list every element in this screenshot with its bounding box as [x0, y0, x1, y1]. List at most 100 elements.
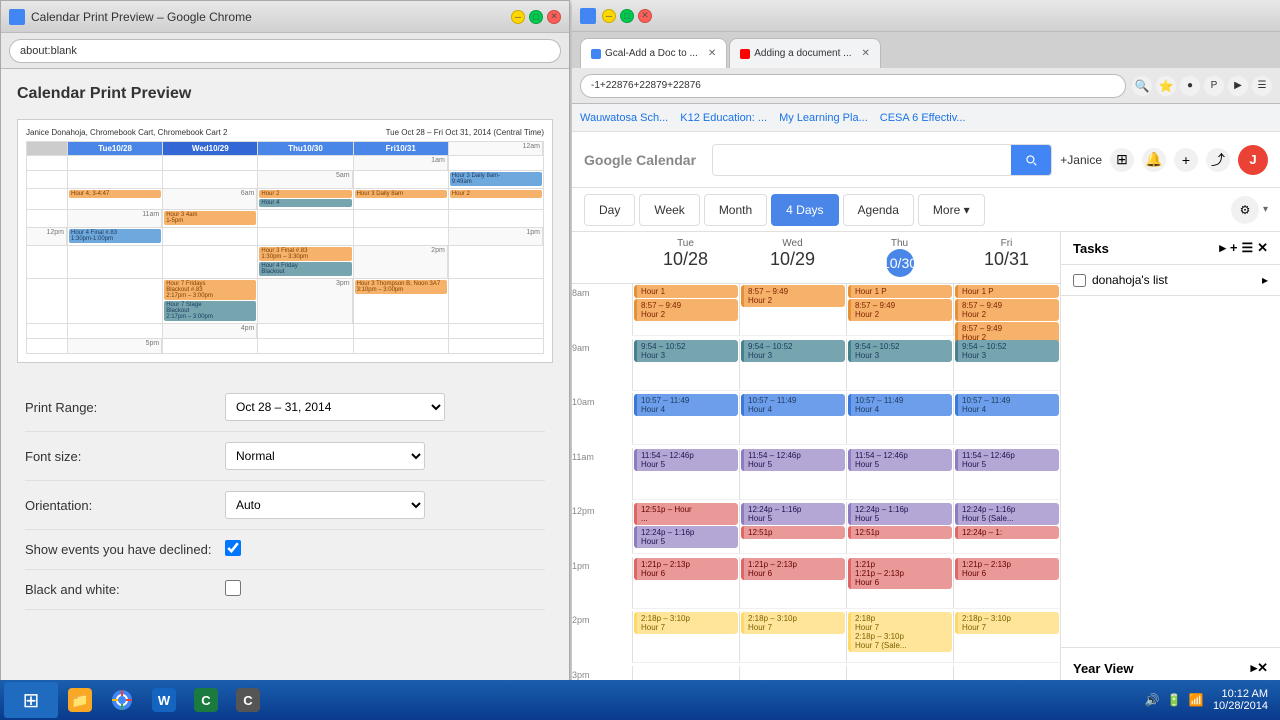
cell-thu-11am[interactable]: 11:54 – 12:46pHour 5: [846, 448, 953, 500]
tasks-list-arrow[interactable]: ▸: [1262, 273, 1268, 287]
taskbar-explorer[interactable]: 📁: [60, 682, 100, 718]
gcal-notifications-icon[interactable]: 🔔: [1142, 148, 1166, 172]
gcal-maximize-btn[interactable]: □: [620, 9, 634, 23]
taskbar-camtasia2[interactable]: C: [228, 682, 268, 718]
event-tue-hour5b[interactable]: 12:24p – 1:16pHour 5: [634, 526, 738, 548]
tasks-expand-icon[interactable]: ▸: [1219, 240, 1226, 256]
orientation-control[interactable]: Auto Portrait Landscape: [225, 491, 545, 519]
cell-wed-12pm[interactable]: 12:24p – 1:16pHour 5 12:51p: [739, 502, 846, 554]
event-fri-hour7[interactable]: 2:18p – 3:10pHour 7: [955, 612, 1059, 634]
cell-wed-8am[interactable]: 8:57 – 9:49Hour 2: [739, 284, 846, 336]
cell-tue-8am[interactable]: Hour 1 8:57 – 9:49Hour 2: [632, 284, 739, 336]
gcal-window-controls[interactable]: ─ □ ✕: [602, 9, 652, 23]
cell-tue-10am[interactable]: 10:57 – 11:49Hour 4: [632, 393, 739, 445]
gcal-ext3-icon[interactable]: ▶: [1228, 76, 1248, 96]
nav-month-button[interactable]: Month: [704, 194, 767, 226]
event-thu-hour5b[interactable]: 12:24p – 1:16pHour 5: [848, 503, 952, 525]
gcal-search-box[interactable]: [712, 144, 1052, 176]
bookmark-wauwatosa[interactable]: Wauwatosa Sch...: [580, 112, 668, 124]
event-wed-hour4[interactable]: 10:57 – 11:49Hour 4: [741, 394, 845, 416]
taskbar-word[interactable]: W: [144, 682, 184, 718]
event-wed-hour6a[interactable]: 12:51p: [741, 526, 845, 539]
tasks-close-icon[interactable]: ✕: [1257, 240, 1268, 256]
event-thu-hour5[interactable]: 11:54 – 12:46pHour 5: [848, 449, 952, 471]
cell-tue-11am[interactable]: 11:54 – 12:46pHour 5: [632, 448, 739, 500]
minimize-button[interactable]: ─: [511, 10, 525, 24]
event-thu-hour2[interactable]: 8:57 – 9:49Hour 2: [848, 299, 952, 321]
gcal-minimize-btn[interactable]: ─: [602, 9, 616, 23]
tasks-list-checkbox[interactable]: [1073, 274, 1086, 287]
font-size-select[interactable]: Normal Small Large: [225, 442, 425, 470]
nav-4days-button[interactable]: 4 Days: [771, 194, 838, 226]
event-tue-hour7[interactable]: 2:18p – 3:10pHour 7: [634, 612, 738, 634]
event-tue-hour6[interactable]: 12:51p – Hour...: [634, 503, 738, 525]
gcal-user-avatar[interactable]: J: [1238, 145, 1268, 175]
event-thu-hour7[interactable]: 2:18pHour 72:18p – 3:10pHour 7 (Sale...: [848, 612, 952, 652]
tab-gcal-add[interactable]: Gcal-Add a Doc to ... ✕: [580, 38, 727, 68]
font-size-control[interactable]: Normal Small Large: [225, 442, 545, 470]
event-wed-hour3[interactable]: 9:54 – 10:52Hour 3: [741, 340, 845, 362]
cell-wed-10am[interactable]: 10:57 – 11:49Hour 4: [739, 393, 846, 445]
nav-day-button[interactable]: Day: [584, 194, 635, 226]
start-button[interactable]: ⊞: [4, 682, 58, 718]
gcal-ext4-icon[interactable]: ☰: [1252, 76, 1272, 96]
cell-fri-2pm[interactable]: 2:18p – 3:10pHour 7: [953, 611, 1060, 663]
gcal-share-icon[interactable]: ⤴: [1206, 148, 1230, 172]
print-range-select[interactable]: Oct 28 – 31, 2014: [225, 393, 445, 421]
gcal-search-button[interactable]: [1011, 144, 1051, 176]
event-fri-hour2a[interactable]: 8:57 – 9:49Hour 2: [955, 299, 1059, 321]
event-fri-hour6b[interactable]: 1:21p – 2:13pHour 6: [955, 558, 1059, 580]
print-main-scroll[interactable]: Calendar Print Preview Janice Donahoja, …: [1, 69, 569, 685]
tasks-list-icon[interactable]: ☰: [1241, 240, 1253, 256]
bookmark-learning[interactable]: My Learning Pla...: [779, 112, 868, 124]
event-tue-hour2[interactable]: 8:57 – 9:49Hour 2: [634, 299, 738, 321]
black-white-checkbox[interactable]: [225, 580, 241, 596]
yt-tab-close-icon[interactable]: ✕: [862, 48, 870, 59]
cell-wed-1pm[interactable]: 1:21p – 2:13pHour 6: [739, 557, 846, 609]
cell-fri-10am[interactable]: 10:57 – 11:49Hour 4: [953, 393, 1060, 445]
cell-tue-12pm[interactable]: 12:51p – Hour... 12:24p – 1:16pHour 5: [632, 502, 739, 554]
nav-agenda-button[interactable]: Agenda: [843, 194, 914, 226]
nav-more-button[interactable]: More ▾: [918, 194, 985, 226]
event-thu-hour4[interactable]: 10:57 – 11:49Hour 4: [848, 394, 952, 416]
event-thu-hour6b[interactable]: 1:21p1:21p – 2:13pHour 6: [848, 558, 952, 589]
event-fri-hour5[interactable]: 11:54 – 12:46pHour 5: [955, 449, 1059, 471]
cell-thu-2pm[interactable]: 2:18pHour 72:18p – 3:10pHour 7 (Sale...: [846, 611, 953, 663]
cell-fri-8am[interactable]: Hour 1 P 8:57 – 9:49Hour 2 8:57 – 9:49Ho…: [953, 284, 1060, 336]
event-fri-hour5b[interactable]: 12:24p – 1:16pHour 5 (Sale...: [955, 503, 1059, 525]
cell-tue-9am[interactable]: 9:54 – 10:52Hour 3: [632, 339, 739, 391]
cell-fri-12pm[interactable]: 12:24p – 1:16pHour 5 (Sale... 12:24p – 1…: [953, 502, 1060, 554]
cell-thu-10am[interactable]: 10:57 – 11:49Hour 4: [846, 393, 953, 445]
event-tue-hour1[interactable]: Hour 1: [634, 285, 738, 298]
window-controls[interactable]: ─ □ ✕: [511, 10, 561, 24]
gcal-search-icon[interactable]: ⭐: [1156, 76, 1176, 96]
cell-wed-9am[interactable]: 9:54 – 10:52Hour 3: [739, 339, 846, 391]
event-thu-hour3[interactable]: 9:54 – 10:52Hour 3: [848, 340, 952, 362]
year-view-close-icon[interactable]: ✕: [1257, 660, 1268, 676]
event-tue-hour5[interactable]: 11:54 – 12:46pHour 5: [634, 449, 738, 471]
cell-wed-2pm[interactable]: 2:18p – 3:10pHour 7: [739, 611, 846, 663]
cell-thu-8am[interactable]: Hour 1 P 8:57 – 9:49Hour 2: [846, 284, 953, 336]
close-button[interactable]: ✕: [547, 10, 561, 24]
cell-wed-11am[interactable]: 11:54 – 12:46pHour 5: [739, 448, 846, 500]
event-tue-hour3[interactable]: 9:54 – 10:52Hour 3: [634, 340, 738, 362]
taskbar-chrome[interactable]: [102, 682, 142, 718]
event-thu-hour6a[interactable]: 12:51p: [848, 526, 952, 539]
gcal-url-input[interactable]: -1+22876+22879+22876: [580, 74, 1126, 98]
show-declined-control[interactable]: [225, 540, 545, 559]
bookmark-k12[interactable]: K12 Education: ...: [680, 112, 767, 124]
event-wed-hour5[interactable]: 11:54 – 12:46pHour 5: [741, 449, 845, 471]
cell-thu-9am[interactable]: 9:54 – 10:52Hour 3: [846, 339, 953, 391]
event-fri-hour4[interactable]: 10:57 – 11:49Hour 4: [955, 394, 1059, 416]
event-fri-hour6a[interactable]: 12:24p – 1:: [955, 526, 1059, 539]
event-wed-hour6b[interactable]: 1:21p – 2:13pHour 6: [741, 558, 845, 580]
taskbar-camtasia1[interactable]: C: [186, 682, 226, 718]
gcal-plus-icon[interactable]: +: [1174, 148, 1198, 172]
event-wed-hour2[interactable]: 8:57 – 9:49Hour 2: [741, 285, 845, 307]
event-fri-hour3[interactable]: 9:54 – 10:52Hour 3: [955, 340, 1059, 362]
event-tue-hour4[interactable]: 10:57 – 11:49Hour 4: [634, 394, 738, 416]
gcal-settings-arrow[interactable]: ▾: [1263, 204, 1268, 215]
bookmark-cesa[interactable]: CESA 6 Effectiv...: [880, 112, 966, 124]
maximize-button[interactable]: □: [529, 10, 543, 24]
cell-thu-12pm[interactable]: 12:24p – 1:16pHour 5 12:51p: [846, 502, 953, 554]
